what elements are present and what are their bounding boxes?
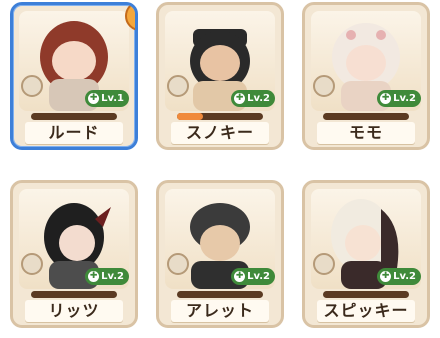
faction-badge-icon [21,253,43,275]
character-card-ritz[interactable]: ✚ Lv.2 リッツ [10,180,138,328]
level-text: Lv.2 [393,271,416,282]
level-badge: ✚ Lv.2 [377,268,421,285]
level-text: Lv.1 [101,93,124,104]
faction-badge-icon [313,75,335,97]
level-text: Lv.2 [393,93,416,104]
character-name: ルード [25,122,123,144]
character-name: アレット [171,300,269,322]
faction-badge-icon [167,253,189,275]
level-badge: ✚ Lv.1 [85,90,129,107]
level-text: Lv.2 [101,271,124,282]
exp-bar [323,113,409,120]
level-badge: ✚ Lv.2 [231,268,275,285]
faction-badge-icon [167,75,189,97]
level-badge: ✚ Lv.2 [85,268,129,285]
character-name: スピッキー [317,300,415,322]
level-text: Lv.2 [247,93,270,104]
exp-bar [177,113,263,120]
exp-bar [31,113,117,120]
character-name: スノキー [171,122,269,144]
exp-bar [177,291,263,298]
faction-badge-icon [21,75,43,97]
exp-bar [31,291,117,298]
faction-badge-icon [313,253,335,275]
character-card-rude[interactable]: ✚ Lv.1 ルード [10,2,138,150]
level-star-icon: ✚ [234,93,246,104]
level-star-icon: ✚ [380,271,392,282]
level-badge: ✚ Lv.2 [377,90,421,107]
character-card-arette[interactable]: ✚ Lv.2 アレット [156,180,284,328]
exp-bar [323,291,409,298]
character-card-momo[interactable]: ✚ Lv.2 モモ [302,2,430,150]
character-name: モモ [317,122,415,144]
character-card-snokey[interactable]: ✚ Lv.2 スノキー [156,2,284,150]
level-star-icon: ✚ [88,271,100,282]
level-badge: ✚ Lv.2 [231,90,275,107]
level-star-icon: ✚ [88,93,100,104]
character-card-spikey[interactable]: ✚ Lv.2 スピッキー [302,180,430,328]
level-star-icon: ✚ [234,271,246,282]
level-text: Lv.2 [247,271,270,282]
level-star-icon: ✚ [380,93,392,104]
character-name: リッツ [25,300,123,322]
